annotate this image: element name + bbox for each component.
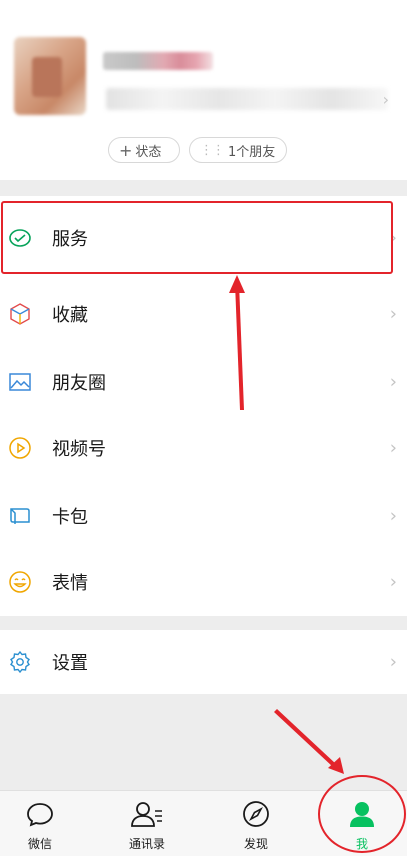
service-icon: [9, 229, 31, 247]
chevron-right-icon: ›: [389, 227, 397, 249]
contacts-icon: [131, 802, 162, 827]
menu-item-card-wallet[interactable]: 卡包 ›: [0, 484, 407, 548]
menu-item-moments[interactable]: 朋友圈 ›: [0, 350, 407, 414]
tab-contacts[interactable]: 通讯录: [107, 791, 187, 856]
menu-item-label: 服务: [52, 229, 88, 250]
settings-icon: [10, 650, 30, 674]
avatar[interactable]: [14, 37, 86, 115]
chevron-right-icon: ›: [389, 371, 397, 393]
tab-label: 发现: [243, 837, 268, 851]
tab-label: 我: [355, 837, 368, 851]
menu-group: 服务 › 收藏 › 朋友圈 › 视频号 › 卡包 › 表情 ›: [0, 196, 407, 616]
card-wallet-icon: [10, 508, 30, 524]
plus-icon: +: [119, 140, 133, 160]
status-label: 状态: [135, 144, 162, 160]
tab-discover[interactable]: 发现: [216, 791, 296, 856]
menu-item-label: 卡包: [52, 507, 88, 528]
menu-item-stickers[interactable]: 表情 ›: [0, 550, 407, 614]
menu-item-label: 表情: [52, 573, 88, 594]
chevron-right-icon: ›: [389, 651, 397, 673]
settings-group: 设置 ›: [0, 630, 407, 694]
tab-me[interactable]: 我: [322, 791, 402, 856]
chevron-right-icon: ›: [389, 437, 397, 459]
chat-icon: [27, 803, 53, 827]
avatars-stack-icon: ⋮⋮: [200, 142, 225, 158]
wechat-id-blurred: [106, 88, 388, 110]
moments-icon: [9, 373, 31, 391]
bottom-tab-bar: 微信 通讯录 发现 我: [0, 790, 407, 856]
discover-icon: [243, 801, 269, 827]
menu-item-service[interactable]: 服务 ›: [0, 206, 407, 270]
menu-item-label: 设置: [52, 653, 88, 674]
menu-item-label: 朋友圈: [52, 373, 106, 394]
me-icon: [350, 802, 374, 827]
chevron-right-icon: ›: [389, 505, 397, 527]
friends-label: 1个朋友: [228, 144, 276, 160]
channels-icon: [9, 437, 31, 459]
status-chip[interactable]: + 状态: [108, 137, 180, 163]
chevron-right-icon: ›: [389, 571, 397, 593]
tab-chats[interactable]: 微信: [0, 791, 80, 856]
tab-label: 微信: [27, 837, 52, 851]
menu-item-channels[interactable]: 视频号 ›: [0, 416, 407, 480]
favorites-icon: [10, 303, 30, 325]
chevron-right-icon: ›: [389, 303, 397, 325]
nickname-blurred: [103, 52, 213, 70]
menu-item-label: 收藏: [52, 305, 88, 326]
menu-item-label: 视频号: [52, 439, 106, 460]
friends-chip[interactable]: ⋮⋮ 1个朋友: [189, 137, 287, 163]
menu-item-settings[interactable]: 设置 ›: [0, 630, 407, 694]
tab-label: 通讯录: [128, 837, 165, 851]
menu-item-favorites[interactable]: 收藏 ›: [0, 282, 407, 346]
profile-header[interactable]: › + 状态 ⋮⋮ 1个朋友: [0, 0, 407, 180]
chevron-right-icon: ›: [382, 90, 389, 109]
sticker-icon: [9, 571, 31, 593]
